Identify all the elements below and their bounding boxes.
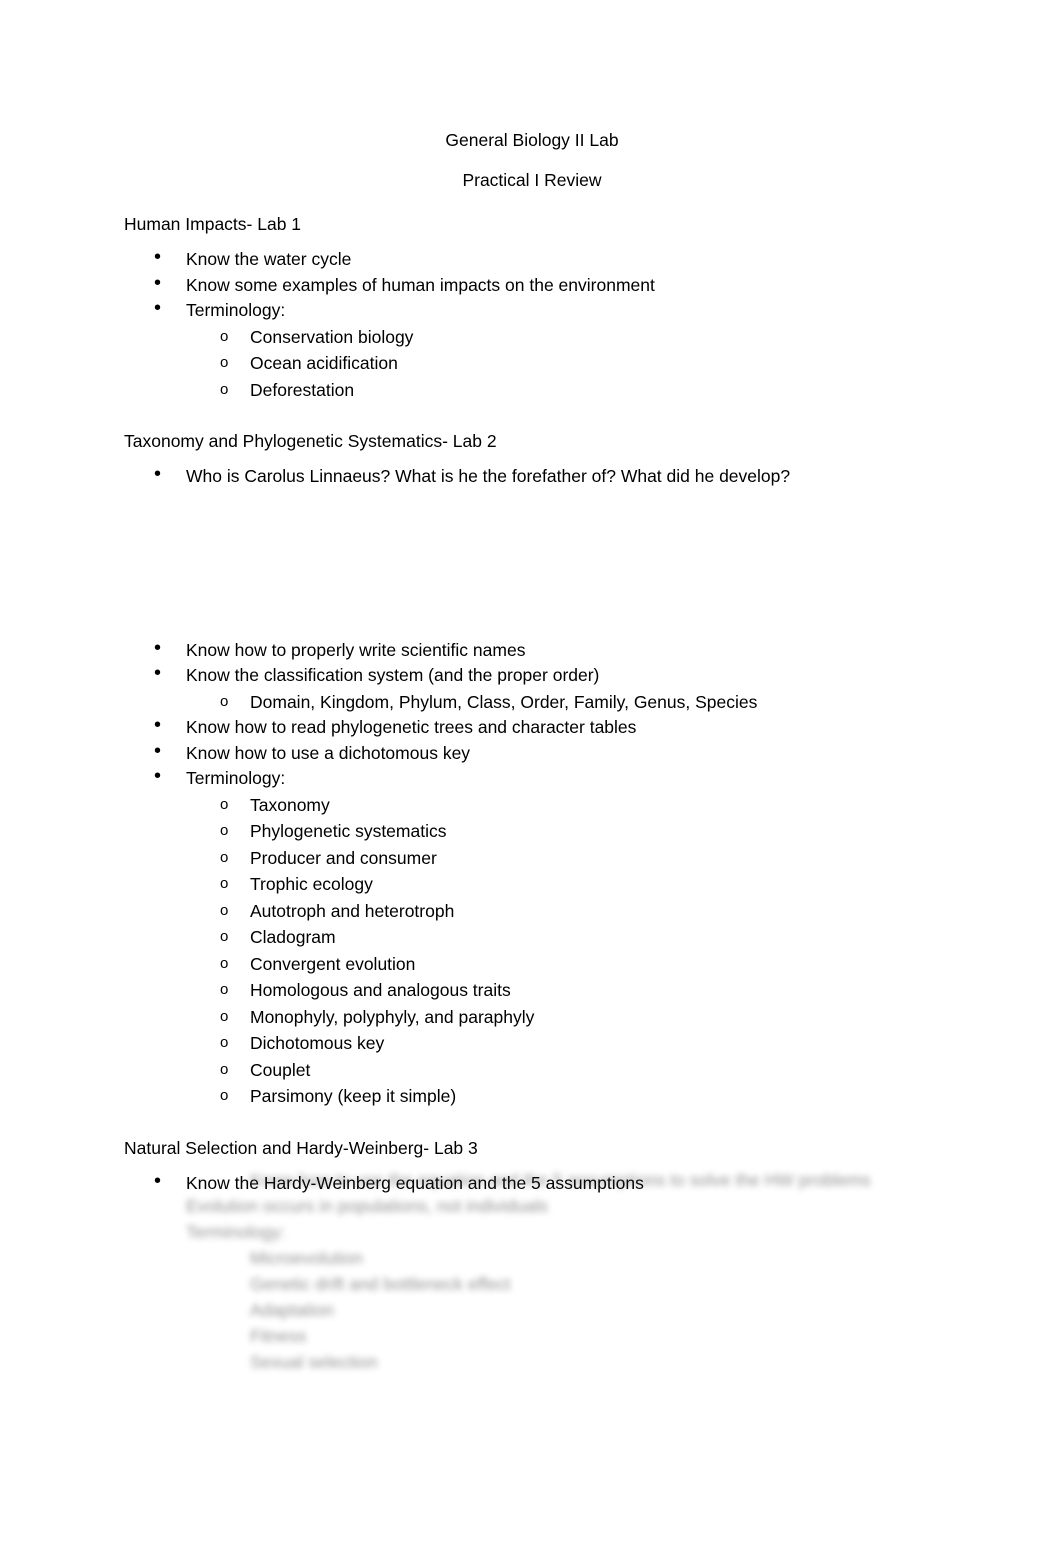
sub-list-item: o Ocean acidification (124, 350, 940, 377)
sub-list-item-text: Cladogram (250, 927, 336, 947)
sub-list-item-text: Couplet (250, 1059, 311, 1080)
circle-bullet-icon: o (220, 692, 229, 710)
sub-list-item: o Autotroph and heterotroph (124, 898, 940, 925)
circle-bullet-icon: o (220, 901, 229, 919)
list-item: • Who is Carolus Linnaeus? What is he th… (124, 463, 940, 490)
blurred-line: Evolution occurs in populations, not ind… (186, 1196, 548, 1216)
list-item-text: Know some examples of human impacts on t… (186, 274, 655, 295)
list-item-text: Know the classification system (and the … (186, 665, 600, 685)
blurred-line: Know how to use the equation and the 5 a… (250, 1170, 871, 1190)
circle-bullet-icon: o (220, 848, 229, 866)
sub-list-item-text: Autotroph and heterotroph (250, 900, 455, 921)
sub-list-item-text: Homologous and analogous traits (250, 980, 511, 1000)
sub-list-item: o Homologous and analogous traits (124, 977, 940, 1004)
sub-list-item: o Cladogram (124, 924, 940, 951)
bullet-icon: • (154, 271, 162, 294)
blurred-line: Sexual selection (250, 1352, 378, 1372)
list-item: • Know how to properly write scientific … (124, 636, 940, 664)
list-item: • Know some examples of human impacts on… (124, 271, 940, 299)
sub-list-item: o Dichotomous key (124, 1030, 940, 1057)
list-item-text: Terminology: (186, 300, 286, 320)
circle-bullet-icon: o (220, 822, 229, 839)
circle-bullet-icon: o (220, 954, 229, 972)
blurred-line: Microevolution (250, 1248, 363, 1268)
circle-bullet-icon: o (220, 795, 229, 813)
sub-list-item-text: Domain, Kingdom, Phylum, Class, Order, F… (250, 691, 758, 712)
sub-list-item: o Parsimony (keep it simple) (124, 1083, 940, 1110)
circle-bullet-icon: o (220, 1034, 229, 1051)
sub-list-item: o Domain, Kingdom, Phylum, Class, Order,… (124, 689, 940, 716)
sub-list-item-text: Dichotomous key (250, 1033, 385, 1053)
list-item: • Know the classification system (and th… (124, 662, 940, 689)
section-heading-human-impacts: Human Impacts- Lab 1 (124, 214, 302, 234)
section-list-taxonomy-intro: • Who is Carolus Linnaeus? What is he th… (124, 463, 940, 490)
blurred-line: Adaptation (250, 1300, 334, 1320)
document-subtitle: Practical I Review (462, 170, 602, 190)
bullet-icon: • (154, 297, 162, 319)
bullet-icon: • (154, 714, 162, 736)
sub-list-item-text: Conservation biology (250, 326, 414, 347)
circle-bullet-icon: o (220, 928, 229, 945)
bullet-icon: • (154, 636, 162, 659)
circle-bullet-icon: o (220, 875, 229, 892)
list-item-text: Know the water cycle (186, 249, 352, 269)
list-item-text: Know how to properly write scientific na… (186, 639, 526, 660)
sublist-terminology-lab1: o Conservation biology o Ocean acidifica… (124, 324, 940, 404)
section-list-taxonomy-details-2: • Know how to read phylogenetic trees an… (124, 714, 940, 792)
sub-list-item: o Couplet (124, 1057, 940, 1084)
list-item: • Know the water cycle (124, 246, 940, 273)
sub-list-item: o Trophic ecology (124, 871, 940, 898)
sub-list-item-text: Producer and consumer (250, 847, 437, 868)
circle-bullet-icon: o (220, 380, 229, 398)
bullet-icon: • (154, 662, 162, 684)
list-item-text: Know how to read phylogenetic trees and … (186, 717, 637, 737)
circle-bullet-icon: o (220, 981, 229, 998)
sub-list-item: o Conservation biology (124, 324, 940, 351)
sub-list-item: o Monophyly, polyphyly, and paraphyly (124, 1004, 940, 1031)
list-item: • Terminology: (124, 297, 940, 324)
list-item: • Terminology: (124, 765, 940, 792)
circle-bullet-icon: o (220, 354, 229, 371)
sub-list-item-text: Convergent evolution (250, 953, 416, 974)
blurred-content-region: Know how to use the equation and the 5 a… (124, 1160, 944, 1390)
document-body: General Biology II Lab Practical I Revie… (124, 120, 940, 1196)
sub-list-item: o Convergent evolution (124, 951, 940, 978)
sub-list-item: o Producer and consumer (124, 845, 940, 872)
circle-bullet-icon: o (220, 1087, 229, 1104)
document-page: General Biology II Lab Practical I Revie… (0, 0, 1062, 1556)
bullet-icon: • (154, 463, 162, 485)
blurred-line: Terminology: (186, 1222, 286, 1242)
bullet-icon: • (154, 246, 162, 268)
list-item: • Know how to use a dichotomous key (124, 739, 940, 767)
section-list-taxonomy-details: • Know how to properly write scientific … (124, 636, 940, 689)
sub-list-item-text: Deforestation (250, 379, 355, 400)
sub-list-item-text: Phylogenetic systematics (250, 821, 447, 841)
circle-bullet-icon: o (220, 1060, 229, 1078)
sub-list-item: o Phylogenetic systematics (124, 818, 940, 845)
blurred-line: Fitness (250, 1326, 307, 1346)
blank-answer-space (124, 490, 940, 638)
circle-bullet-icon: o (220, 327, 229, 345)
sublist-classification-order: o Domain, Kingdom, Phylum, Class, Order,… (124, 689, 940, 716)
bullet-icon: • (154, 765, 162, 787)
sub-list-item: o Deforestation (124, 377, 940, 404)
list-item-text: Terminology: (186, 768, 286, 788)
section-heading-taxonomy: Taxonomy and Phylogenetic Systematics- L… (124, 431, 497, 451)
list-item-text: Who is Carolus Linnaeus? What is he the … (186, 466, 791, 486)
sub-list-item: o Taxonomy (124, 792, 940, 819)
blurred-line: Genetic drift and bottleneck effect (250, 1274, 511, 1294)
sub-list-item-text: Taxonomy (250, 794, 330, 815)
sub-list-item-text: Ocean acidification (250, 353, 398, 373)
list-item: • Know how to read phylogenetic trees an… (124, 714, 940, 741)
sub-list-item-text: Parsimony (keep it simple) (250, 1086, 457, 1106)
circle-bullet-icon: o (220, 1007, 229, 1025)
sub-list-item-text: Monophyly, polyphyly, and paraphyly (250, 1006, 535, 1027)
section-heading-natural-selection: Natural Selection and Hardy-Weinberg- La… (124, 1137, 478, 1158)
sublist-terminology-lab2: o Taxonomy o Phylogenetic systematics o … (124, 792, 940, 1110)
sub-list-item-text: Trophic ecology (250, 874, 373, 894)
bullet-icon: • (154, 739, 162, 762)
section-list-human-impacts: • Know the water cycle • Know some examp… (124, 246, 940, 324)
document-title: General Biology II Lab (445, 130, 619, 150)
list-item-text: Know how to use a dichotomous key (186, 742, 471, 763)
